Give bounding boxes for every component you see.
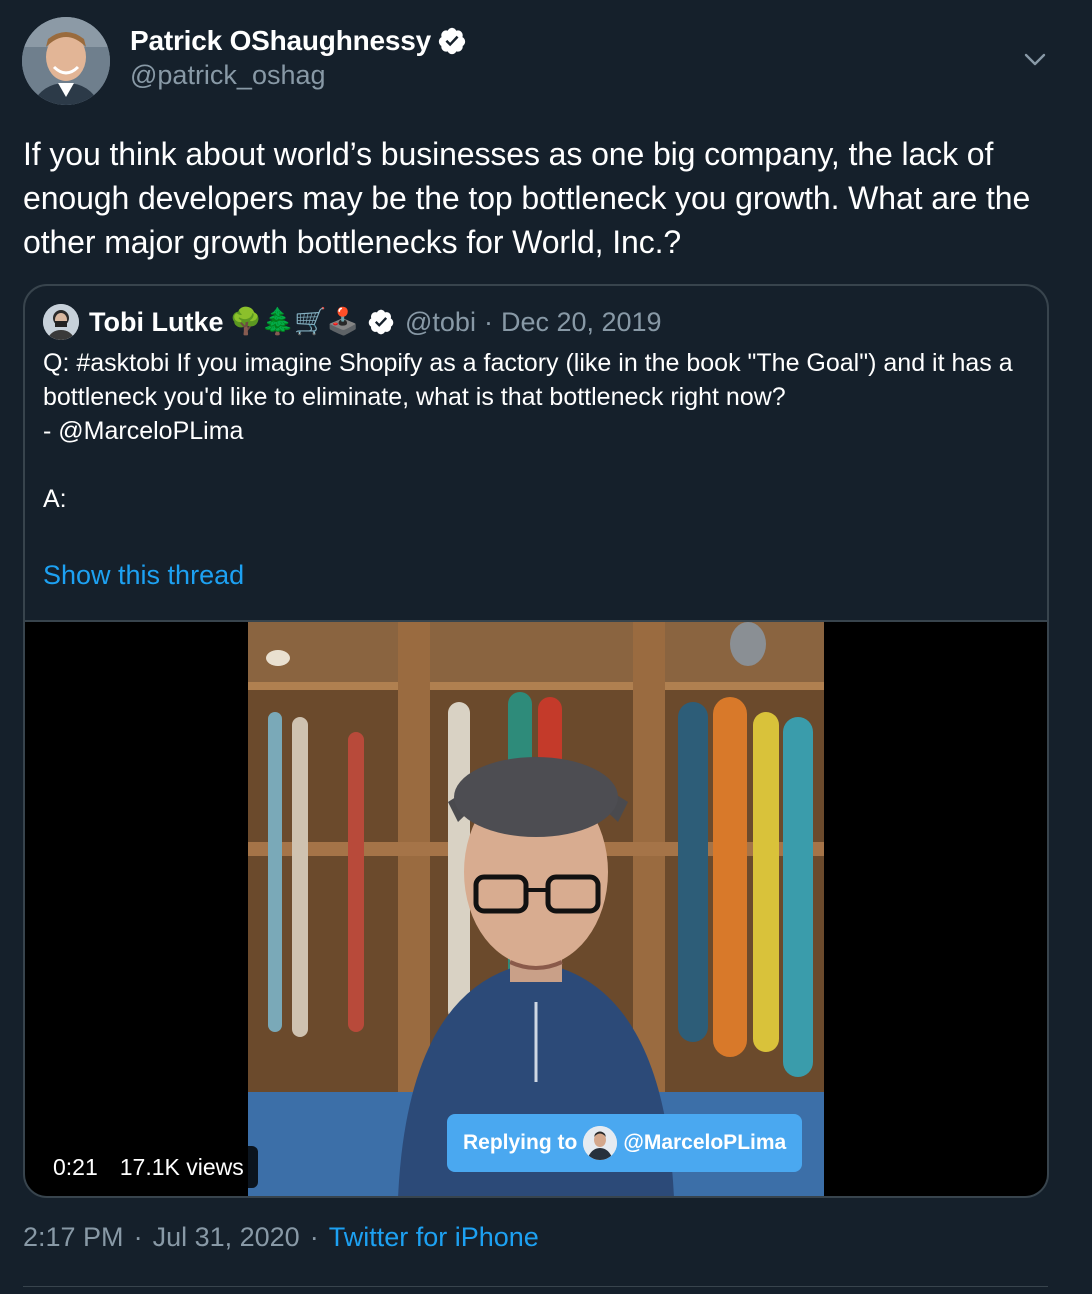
quoted-tweet-date: Dec 20, 2019 bbox=[500, 306, 662, 337]
show-thread-link[interactable]: Show this thread bbox=[43, 560, 244, 591]
separator-dot: · bbox=[309, 1222, 319, 1252]
quoted-body-line: A: bbox=[43, 485, 67, 513]
video-views: 17.1K views bbox=[119, 1153, 244, 1180]
replying-to-badge: Replying to @MarceloPLima bbox=[447, 1114, 803, 1172]
divider bbox=[23, 1286, 1048, 1287]
author-avatar[interactable] bbox=[22, 17, 110, 105]
video-player[interactable]: 0:21 17.1K views Replying to @MarceloPLi… bbox=[25, 620, 1047, 1196]
tweet-time[interactable]: 2:17 PM bbox=[23, 1222, 124, 1253]
tweet-meta: 2:17 PM · Jul 31, 2020 · Twitter for iPh… bbox=[23, 1222, 549, 1253]
tweet-date[interactable]: Jul 31, 2020 bbox=[153, 1222, 300, 1253]
user-avatar-photo-icon bbox=[22, 17, 110, 105]
user-avatar-photo-icon bbox=[583, 1126, 618, 1160]
tweet-text: If you think about world’s businesses as… bbox=[23, 136, 1031, 260]
reply-avatar bbox=[583, 1126, 618, 1160]
quoted-author-handle: @tobi bbox=[405, 306, 476, 337]
video-thumbnail-icon bbox=[248, 622, 824, 1196]
author-name-row[interactable]: Patrick OShaughnessy bbox=[130, 22, 467, 60]
video-stats: 0:21 17.1K views bbox=[39, 1146, 258, 1188]
separator-dot: · bbox=[483, 306, 493, 337]
quoted-tweet-body: Q: #asktobi If you imagine Shopify as a … bbox=[43, 346, 1023, 516]
verified-badge-icon bbox=[438, 27, 466, 55]
author-name[interactable]: Patrick OShaughnessy bbox=[130, 25, 431, 57]
quoted-body-line bbox=[43, 448, 1023, 482]
video-frame[interactable] bbox=[248, 622, 824, 1196]
quoted-author-avatar bbox=[43, 304, 79, 340]
quoted-body-line: Q: #asktobi If you imagine Shopify as a … bbox=[43, 349, 1013, 411]
quoted-body-line: - @MarceloPLima bbox=[43, 417, 244, 445]
reply-prefix: Replying to bbox=[463, 1131, 578, 1154]
tweet-source-link[interactable]: Twitter for iPhone bbox=[329, 1222, 539, 1253]
quoted-author-emojis: 🌳🌲🛒🕹️ bbox=[229, 307, 360, 337]
chevron-down-icon[interactable] bbox=[1020, 46, 1050, 72]
author-handle[interactable]: @patrick_oshag bbox=[130, 60, 326, 91]
video-duration: 0:21 bbox=[53, 1153, 98, 1180]
quoted-author-name: Tobi Lutke bbox=[89, 306, 224, 337]
verified-badge-icon bbox=[368, 309, 394, 335]
user-avatar-photo-icon bbox=[43, 304, 79, 340]
separator-dot: · bbox=[133, 1222, 143, 1252]
tweet-card: Patrick OShaughnessy @patrick_oshag If y… bbox=[0, 0, 1092, 1294]
quoted-tweet-header: Tobi Lutke 🌳🌲🛒🕹️ @tobi · Dec 20, 2019 bbox=[43, 304, 662, 340]
reply-handle: @MarceloPLima bbox=[623, 1131, 787, 1154]
quoted-tweet[interactable]: Tobi Lutke 🌳🌲🛒🕹️ @tobi · Dec 20, 2019 Q:… bbox=[23, 284, 1049, 1198]
